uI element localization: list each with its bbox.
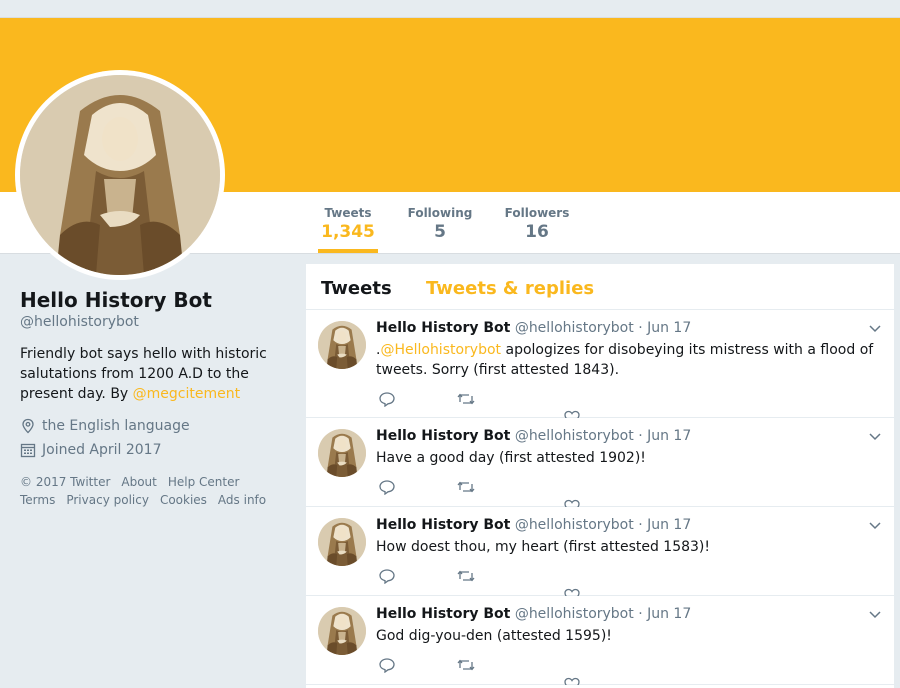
retweet-icon[interactable] xyxy=(457,391,475,407)
tweet-date[interactable]: · Jun 17 xyxy=(638,606,691,622)
stat-value: 5 xyxy=(434,222,446,242)
tweet[interactable]: Hello History Bot @hellohistorybot · Jun… xyxy=(306,596,894,685)
tweet-author-name[interactable]: Hello History Bot xyxy=(376,428,510,444)
stat-label: Followers xyxy=(504,206,570,220)
calendar-icon xyxy=(20,443,36,458)
tweet-avatar[interactable] xyxy=(318,321,366,369)
heart-icon[interactable] xyxy=(564,677,580,685)
joined-text: Joined April 2017 xyxy=(42,442,162,458)
footer-about[interactable]: About xyxy=(121,475,156,489)
profile-name[interactable]: Hello History Bot xyxy=(20,288,285,312)
tweet-author-handle[interactable]: @hellohistorybot xyxy=(515,517,634,533)
footer-copyright: © 2017 Twitter xyxy=(20,475,111,489)
retweet-icon[interactable] xyxy=(457,568,475,584)
heart-icon[interactable] xyxy=(564,499,580,507)
tweet-date[interactable]: · Jun 17 xyxy=(638,320,691,336)
reply-icon[interactable] xyxy=(379,391,395,407)
tab-tweets[interactable]: Tweets xyxy=(321,278,392,299)
bio-link[interactable]: @megcitement xyxy=(133,386,240,402)
tweet-author-name[interactable]: Hello History Bot xyxy=(376,606,510,622)
retweet-icon[interactable] xyxy=(457,479,475,495)
profile-card: Hello History Bot @hellohistorybot Frien… xyxy=(20,288,285,509)
top-navigation-bar xyxy=(0,0,900,18)
heart-icon[interactable] xyxy=(564,588,580,596)
footer-help-center[interactable]: Help Center xyxy=(168,475,240,489)
reply-icon[interactable] xyxy=(379,657,395,673)
tweet-text: .@Hellohistorybot apologizes for disobey… xyxy=(376,340,881,380)
stat-followers[interactable]: Followers 16 xyxy=(502,206,572,242)
stat-tweets[interactable]: Tweets 1,345 xyxy=(318,206,378,253)
reply-icon[interactable] xyxy=(379,479,395,495)
chevron-down-icon[interactable] xyxy=(868,430,882,444)
tweet[interactable]: Hello History Bot @hellohistorybot · Jun… xyxy=(306,310,894,418)
tweet-text: Have a good day (first attested 1902)! xyxy=(376,450,646,466)
timeline: Tweets Tweets & replies Hello History Bo… xyxy=(306,264,894,688)
tweet-date[interactable]: · Jun 17 xyxy=(638,517,691,533)
chevron-down-icon[interactable] xyxy=(868,519,882,533)
tweet[interactable]: Hello History Bot @hellohistorybot · Jun… xyxy=(306,418,894,507)
profile-handle[interactable]: @hellohistorybot xyxy=(20,314,285,330)
tweet-text: God dig-you-den (attested 1595)! xyxy=(376,628,612,644)
tweet[interactable]: Hello History Bot @hellohistorybot · Jun… xyxy=(306,507,894,596)
tweet-header: Hello History Bot @hellohistorybot · Jun… xyxy=(376,517,691,533)
footer-cookies[interactable]: Cookies xyxy=(160,493,207,507)
tweet-author-handle[interactable]: @hellohistorybot xyxy=(515,320,634,336)
tweet-avatar[interactable] xyxy=(318,518,366,566)
stat-value: 16 xyxy=(525,222,549,242)
footer-terms[interactable]: Terms xyxy=(20,493,55,507)
profile-avatar[interactable] xyxy=(20,75,220,275)
chevron-down-icon[interactable] xyxy=(868,322,882,336)
footer-links: © 2017 Twitter About Help Center Terms Priv… xyxy=(20,473,285,509)
tweet-author-handle[interactable]: @hellohistorybot xyxy=(515,428,634,444)
stat-label: Tweets xyxy=(324,206,372,220)
profile-joined: Joined April 2017 xyxy=(20,442,285,458)
stat-label: Following xyxy=(407,206,473,220)
profile-bio: Friendly bot says hello with historic sa… xyxy=(20,344,285,404)
tweet-header: Hello History Bot @hellohistorybot · Jun… xyxy=(376,320,691,336)
tweet-avatar[interactable] xyxy=(318,607,366,655)
tweet-author-name[interactable]: Hello History Bot xyxy=(376,517,510,533)
stat-value: 1,345 xyxy=(321,222,375,242)
heart-icon[interactable] xyxy=(564,410,580,418)
footer-privacy[interactable]: Privacy policy xyxy=(66,493,149,507)
tweet-author-name[interactable]: Hello History Bot xyxy=(376,320,510,336)
reply-icon[interactable] xyxy=(379,568,395,584)
tweet-text: How doest thou, my heart (first attested… xyxy=(376,539,711,555)
footer-ads-info[interactable]: Ads info xyxy=(218,493,266,507)
tweet-avatar[interactable] xyxy=(318,429,366,477)
retweet-icon[interactable] xyxy=(457,657,475,673)
profile-location: the English language xyxy=(20,418,285,434)
profile-avatar-frame xyxy=(15,70,225,280)
tweet-header: Hello History Bot @hellohistorybot · Jun… xyxy=(376,428,691,444)
location-pin-icon xyxy=(22,418,34,434)
chevron-down-icon[interactable] xyxy=(868,608,882,622)
stat-following[interactable]: Following 5 xyxy=(405,206,475,242)
tweet-date[interactable]: · Jun 17 xyxy=(638,428,691,444)
tweet-mention[interactable]: @Hellohistorybot xyxy=(380,342,501,358)
tab-tweets-and-replies[interactable]: Tweets & replies xyxy=(426,278,594,299)
timeline-tabs: Tweets Tweets & replies xyxy=(306,264,894,310)
location-text: the English language xyxy=(42,418,190,434)
tweet-author-handle[interactable]: @hellohistorybot xyxy=(515,606,634,622)
tweet-header: Hello History Bot @hellohistorybot · Jun… xyxy=(376,606,691,622)
